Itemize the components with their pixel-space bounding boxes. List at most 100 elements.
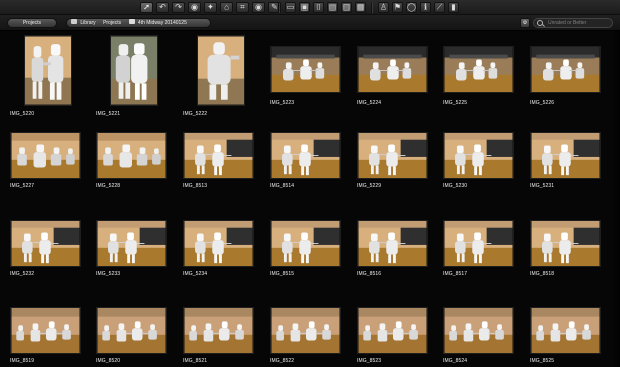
flag-button[interactable]: ⚑ [392,2,403,13]
enhance-icon: ✦ [207,2,214,12]
crop-tool-button[interactable]: ⌷ [313,2,324,13]
export-button[interactable]: ▦ [355,2,366,13]
photo-scene [97,221,166,266]
photo-thumbnail[interactable] [443,220,514,267]
person-button[interactable]: ♙ [378,2,389,13]
photo-thumbnail[interactable] [270,46,341,93]
photo-scene [531,308,600,353]
photo-thumbnail[interactable] [197,35,245,106]
photo-thumbnail[interactable] [530,307,601,354]
straighten-icon: ⌂ [224,2,229,12]
toolbar-separator [371,2,373,13]
straighten-button[interactable]: ⌂ [220,2,233,13]
gear-icon: ⚙ [522,20,528,26]
photo-thumbnail[interactable] [10,220,81,267]
export-icon: ▦ [356,2,365,12]
photo-thumbnail[interactable] [24,35,72,106]
projects-segment[interactable]: Projects [103,19,121,27]
photo-caption: IMG_8513 [183,183,208,189]
photo-scene [444,308,513,353]
enhance-button[interactable]: ✦ [204,2,217,13]
photo-scene [271,47,340,92]
album-segment[interactable]: 4th Midway 20140125 [128,19,187,27]
rotate-right-button[interactable]: ↷ [172,2,185,13]
photo-thumbnail[interactable] [96,132,167,179]
crop-tool-icon: ⌷ [316,2,321,12]
search-placeholder: Unrated or Better [548,20,587,26]
crop-button[interactable]: ⌗ [236,2,249,13]
camera-icon: ◉ [191,2,198,12]
photo-caption: IMG_5229 [357,183,382,189]
bottle-icon: ▮ [451,2,456,12]
photo-scene [358,133,427,178]
rotate-left-button[interactable]: ↶ [156,2,169,13]
photo-thumbnail[interactable] [10,307,81,354]
library-segment[interactable]: Library [71,19,96,27]
rotate-left-icon: ↶ [159,2,166,12]
photo-caption: IMG_8522 [270,358,295,364]
photo-thumbnail[interactable] [443,132,514,179]
photo-thumbnail[interactable] [183,220,254,267]
info-button[interactable]: ℹ [420,2,431,13]
card-button[interactable]: ▭ [285,2,296,13]
info-icon: ℹ [423,2,428,12]
cursor-button[interactable]: ➚ [140,2,153,13]
photo-scene [271,308,340,353]
photo-scene [531,133,600,178]
compare-icon: ▥ [342,2,351,12]
photo-caption: IMG_5232 [10,271,35,277]
photo-thumbnail[interactable] [530,132,601,179]
photo-scene [11,221,80,266]
search-field[interactable]: Unrated or Better [533,18,613,28]
projects-button[interactable]: Projects [7,18,57,28]
eye-button[interactable]: ◉ [252,2,265,13]
circle-button[interactable]: ◯ [406,2,417,13]
photo-caption: IMG_5225 [443,100,468,106]
photo-scene [358,308,427,353]
photo-caption: IMG_5234 [183,271,208,277]
photo-thumbnail[interactable] [530,46,601,93]
library-breadcrumb[interactable]: Library Projects 4th Midway 20140125 [66,18,211,28]
flag-icon: ⚑ [393,2,402,12]
picture-button[interactable]: ▣ [299,2,310,13]
photo-thumbnail[interactable] [110,35,158,106]
photo-thumbnail[interactable] [183,307,254,354]
photo-thumbnail[interactable] [443,307,514,354]
photo-thumbnail[interactable] [530,220,601,267]
photo-thumbnail[interactable] [357,132,428,179]
photo-caption: IMG_8519 [10,358,35,364]
photo-thumbnail[interactable] [357,46,428,93]
photo-caption: IMG_8516 [357,271,382,277]
photo-scene [184,133,253,178]
photo-thumbnail[interactable] [270,220,341,267]
card-icon: ▭ [286,2,295,12]
photo-thumbnail[interactable] [357,307,428,354]
photo-thumbnail[interactable] [96,307,167,354]
compare-button[interactable]: ▥ [341,2,352,13]
projects-crumb-label: Projects [103,20,122,26]
photo-thumbnail[interactable] [270,132,341,179]
photo-thumbnail[interactable] [183,132,254,179]
photo-caption: IMG_8515 [270,271,295,277]
photo-thumbnail[interactable] [443,46,514,93]
search-icon [537,20,543,26]
photo-scene [271,221,340,266]
photo-scene [25,36,71,105]
photo-thumbnail[interactable] [96,220,167,267]
album-icon [128,19,135,25]
search-menu-button[interactable]: ⚙ [520,18,530,28]
photo-caption: IMG_5222 [183,111,208,117]
bottle-button[interactable]: ▮ [448,2,459,13]
adjust-icon: ▤ [328,2,337,12]
editing-toolbar: ➚ ↶ ↷ ◉ ✦ ⌂ ⌗ ◉ ✎ ▭ ▣ ⌷ ▤ ▥ ▦ ♙ ⚑ ◯ ℹ ⟋ ▮ [0,0,620,15]
picture-icon: ▣ [300,2,309,12]
photo-thumbnail[interactable] [357,220,428,267]
adjust-button[interactable]: ▤ [327,2,338,13]
photo-thumbnail[interactable] [10,132,81,179]
photo-scene [11,133,80,178]
camera-button[interactable]: ◉ [188,2,201,13]
projects-label: Projects [22,20,42,26]
photo-thumbnail[interactable] [270,307,341,354]
eyedropper-button[interactable]: ⟋ [434,2,445,13]
photo-scene [444,221,513,266]
